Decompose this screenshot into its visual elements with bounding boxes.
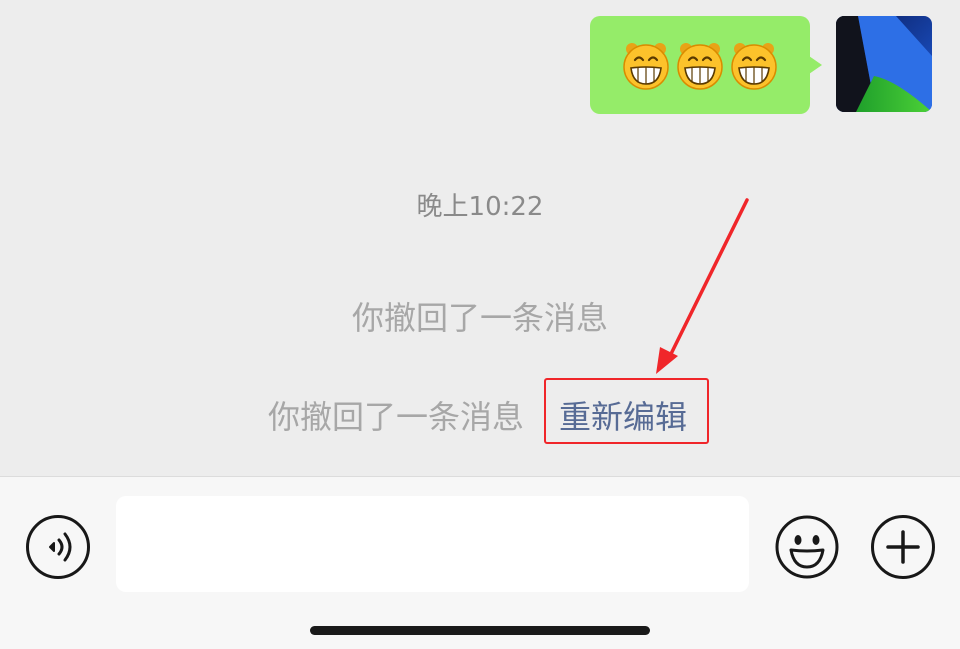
message-timestamp: 晚上10:22	[416, 192, 544, 222]
plus-icon	[886, 530, 920, 564]
recall-notice: 你撤回了一条消息	[351, 299, 608, 337]
voice-icon	[49, 532, 72, 562]
grinning-face-icon	[623, 43, 669, 90]
message-input[interactable]	[116, 496, 749, 592]
avatar-image	[836, 16, 932, 112]
recall-notice: 你撤回了一条消息	[268, 398, 525, 436]
home-indicator[interactable]	[310, 626, 650, 635]
voice-button[interactable]	[26, 515, 90, 579]
emoji-button[interactable]	[775, 515, 839, 579]
grinning-face-icon	[677, 43, 723, 90]
emoji-icon	[775, 515, 839, 579]
annotation-highlight-box	[544, 378, 709, 444]
chat-area: 晚上10:22 你撤回了一条消息 你撤回了一条消息 重新编辑	[0, 0, 960, 476]
grinning-face-icon	[731, 43, 777, 90]
more-button[interactable]	[871, 515, 935, 579]
avatar[interactable]	[836, 16, 932, 112]
sent-message-bubble[interactable]	[590, 16, 822, 114]
